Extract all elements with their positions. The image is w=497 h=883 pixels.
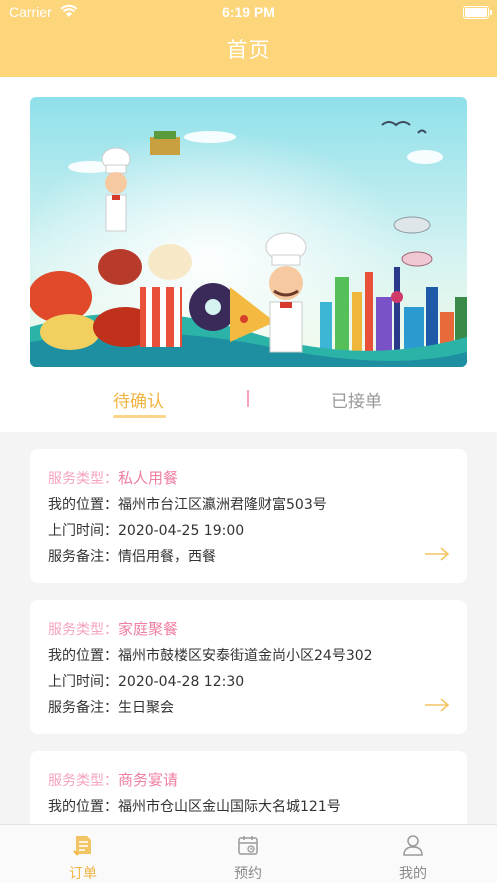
order-location-label: 我的位置：	[48, 648, 118, 664]
tab-pending[interactable]: 待确认	[113, 387, 164, 412]
order-type-row: 服务类型：私人用餐	[48, 467, 178, 488]
order-note-label: 服务备注：	[48, 549, 118, 565]
nav-item-orders[interactable]: 订单	[43, 825, 123, 883]
banner-image[interactable]	[30, 97, 467, 367]
order-note-row: 服务备注：生日聚会	[48, 697, 174, 717]
order-time-value: 2020-04-28 12:30	[118, 674, 245, 690]
tab-accepted[interactable]: 已接单	[331, 387, 382, 412]
order-tabs: 待确认 已接单	[0, 377, 497, 427]
status-time: 6:19 PM	[222, 4, 275, 20]
order-note-value: 情侣用餐，西餐	[118, 549, 216, 565]
order-time-row: 上门时间：2020-04-28 12:30	[48, 671, 244, 691]
calendar-icon	[238, 836, 258, 855]
order-note-row: 服务备注：情侣用餐，西餐	[48, 546, 216, 566]
order-type-value: 私人用餐	[118, 469, 179, 487]
order-location-value: 福州市鼓楼区安泰街道金尚小区24号302	[118, 648, 373, 664]
order-location-value: 福州市仓山区金山国际大名城121号	[118, 799, 341, 815]
tab-divider	[247, 390, 249, 407]
order-card[interactable]: 服务类型：私人用餐 我的位置：福州市台江区瀛洲君隆财富503号 上门时间：202…	[30, 449, 467, 583]
nav-item-mine[interactable]: 我的	[373, 825, 453, 883]
order-type-label: 服务类型：	[48, 622, 118, 638]
order-time-value: 2020-04-25 19:00	[118, 523, 245, 539]
active-tab-indicator	[113, 415, 166, 418]
order-type-value: 家庭聚餐	[118, 620, 179, 638]
header: Carrier 6:19 PM 首页	[0, 0, 497, 77]
order-type-value: 商务宴请	[118, 771, 179, 789]
arrow-right-icon[interactable]	[424, 547, 450, 561]
order-location-row: 我的位置：福州市台江区瀛洲君隆财富503号	[48, 494, 327, 514]
order-time-label: 上门时间：	[48, 523, 118, 539]
status-bar: Carrier 6:19 PM	[0, 0, 497, 26]
order-time-row: 上门时间：2020-04-25 19:00	[48, 520, 244, 540]
order-location-label: 我的位置：	[48, 799, 118, 815]
order-type-row: 服务类型：商务宴请	[48, 769, 178, 790]
order-time-label: 上门时间：	[48, 674, 118, 690]
nav-item-booking[interactable]: 预约	[208, 825, 288, 883]
top-panel: 待确认 已接单	[0, 77, 497, 432]
person-icon	[403, 835, 423, 856]
order-card[interactable]: 服务类型：家庭聚餐 我的位置：福州市鼓楼区安泰街道金尚小区24号302 上门时间…	[30, 600, 467, 734]
nav-label-booking: 预约	[234, 866, 262, 882]
order-note-label: 服务备注：	[48, 700, 118, 716]
order-type-label: 服务类型：	[48, 773, 118, 789]
order-type-label: 服务类型：	[48, 471, 118, 487]
order-location-value: 福州市台江区瀛洲君隆财富503号	[118, 497, 327, 513]
order-location-row: 我的位置：福州市仓山区金山国际大名城121号	[48, 796, 341, 816]
nav-label-mine: 我的	[399, 866, 427, 882]
bottom-nav: 订单 预约 我的	[0, 824, 497, 883]
battery-icon	[463, 6, 492, 19]
order-type-row: 服务类型：家庭聚餐	[48, 618, 178, 639]
arrow-right-icon[interactable]	[424, 698, 450, 712]
banner-illustration	[30, 97, 467, 367]
order-location-row: 我的位置：福州市鼓楼区安泰街道金尚小区24号302	[48, 645, 373, 665]
order-location-label: 我的位置：	[48, 497, 118, 513]
nav-label-orders: 订单	[69, 866, 97, 882]
order-note-value: 生日聚会	[118, 700, 174, 716]
order-icon	[73, 836, 91, 856]
page-title: 首页	[226, 38, 271, 62]
